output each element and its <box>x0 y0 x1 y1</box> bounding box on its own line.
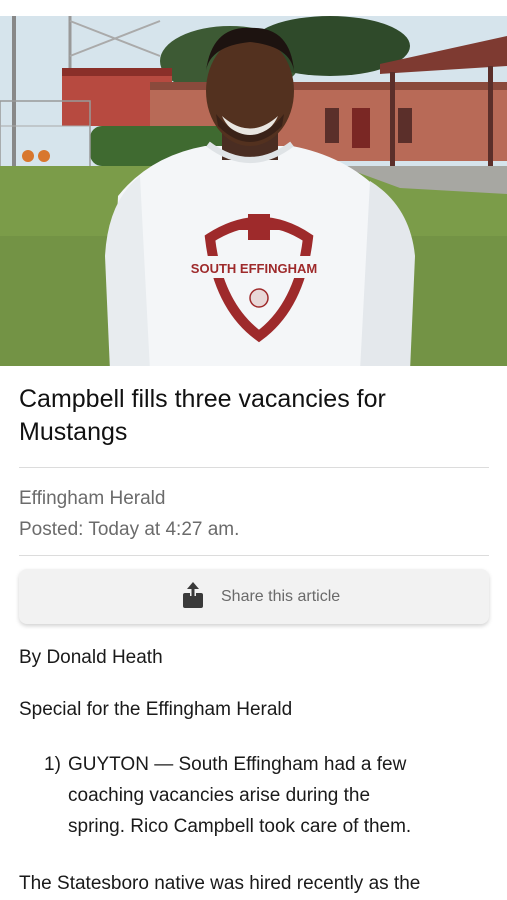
article-headline: Campbell fills three vacancies for Musta… <box>19 383 489 449</box>
byline: By Donald Heath <box>19 647 163 668</box>
share-icon <box>179 582 207 610</box>
headline-line-2: Mustangs <box>19 418 128 446</box>
divider-top <box>19 467 489 468</box>
list-line: spring. Rico Campbell took care of them. <box>68 816 412 837</box>
share-label: Share this article <box>221 588 341 605</box>
shirt-logo-text: SOUTH EFFINGHAM <box>191 261 317 276</box>
posted-timestamp: Posted: Today at 4:27 am. <box>19 519 240 540</box>
share-article-button[interactable]: Share this article <box>19 569 489 624</box>
divider-bottom <box>19 555 489 556</box>
body-paragraph: The Statesboro native was hired recently… <box>19 873 421 894</box>
list-number: 1) <box>44 754 61 775</box>
article-source: Effingham Herald <box>19 488 166 509</box>
headline-line-1: Campbell fills three vacancies for <box>19 385 386 413</box>
list-line: coaching vacancies arise during the <box>68 785 371 806</box>
list-text: GUYTON — South Effingham had a few coach… <box>68 749 468 842</box>
hero-image: SOUTH EFFINGHAM <box>0 16 507 366</box>
list-line: GUYTON — South Effingham had a few <box>68 754 407 775</box>
special-credit: Special for the Effingham Herald <box>19 699 293 720</box>
